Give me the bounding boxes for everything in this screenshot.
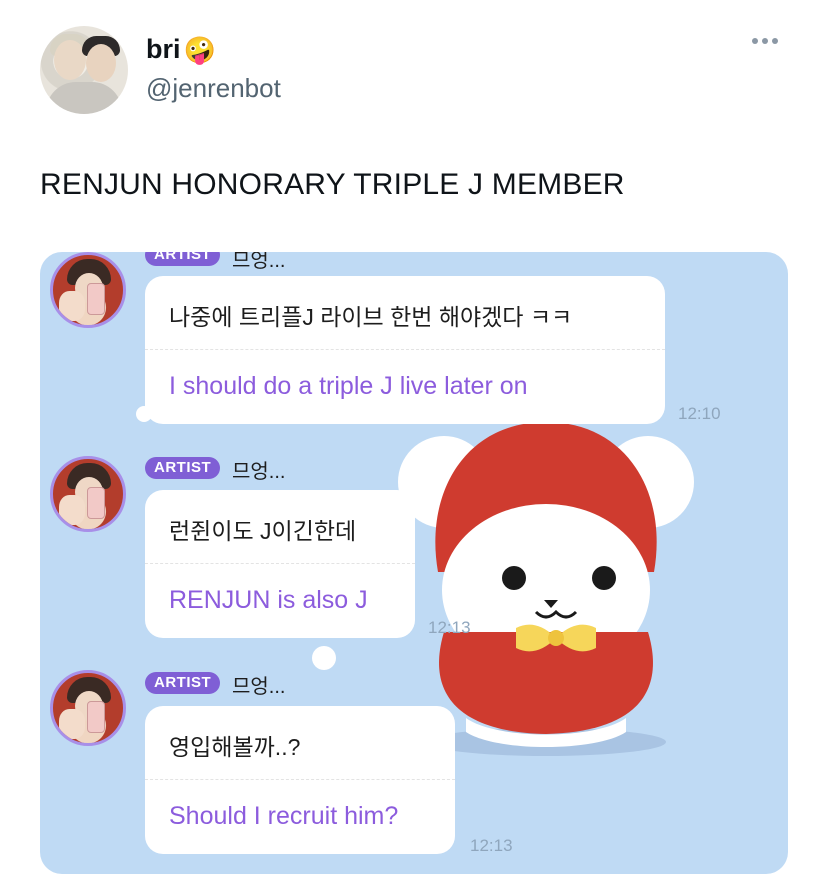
more-horizontal-icon[interactable] <box>752 38 778 44</box>
tweet-media-image[interactable]: ARTIST 므엉... 나중에 트리플J 라이브 한번 해야겠다 ㅋㅋ I s… <box>40 252 788 874</box>
avatar-figure <box>46 82 122 114</box>
message-time: 12:13 <box>428 618 471 637</box>
bubble-tail-dot <box>136 406 152 422</box>
message-translation-text: I should do a triple J live later on <box>169 372 528 400</box>
message-time: 12:13 <box>470 836 513 855</box>
tweet-text: RENJUN HONORARY TRIPLE J MEMBER <box>40 168 625 201</box>
artist-avatar[interactable] <box>50 670 126 746</box>
artist-badge: ARTIST <box>145 457 221 479</box>
divider <box>145 349 665 350</box>
artist-avatar[interactable] <box>50 456 126 532</box>
message-korean-text: 영입해볼까..? <box>169 734 301 760</box>
name-row: bri 🤪 <box>146 34 216 65</box>
display-name[interactable]: bri <box>146 34 181 65</box>
message-bubble[interactable]: 런쥔이도 J이긴한데 RENJUN is also J <box>145 490 415 638</box>
message-bubble[interactable]: 나중에 트리플J 라이브 한번 해야겠다 ㅋㅋ I should do a tr… <box>145 276 665 424</box>
artist-badge: ARTIST <box>145 252 221 266</box>
artist-avatar[interactable] <box>50 252 126 328</box>
message-korean-text: 런쥔이도 J이긴한데 <box>169 518 357 544</box>
avatar-figure <box>54 40 86 80</box>
user-handle[interactable]: @jenrenbot <box>146 73 281 104</box>
message-korean-text: 나중에 트리플J 라이브 한번 해야겠다 ㅋㅋ <box>169 304 573 330</box>
message-time: 12:10 <box>678 404 721 423</box>
divider <box>145 563 415 564</box>
message-bubble[interactable]: 영입해볼까..? Should I recruit him? <box>145 706 455 854</box>
avatar-figure <box>86 44 116 82</box>
divider <box>145 779 455 780</box>
message-translation-text: RENJUN is also J <box>169 586 368 614</box>
bubble-tail-dot <box>312 646 336 670</box>
profile-avatar[interactable] <box>40 26 128 114</box>
artist-badge: ARTIST <box>145 672 221 694</box>
message-translation-text: Should I recruit him? <box>169 802 399 830</box>
sender-name: 므엉... <box>232 461 286 483</box>
sender-name: 므엉... <box>232 252 286 272</box>
zany-face-emoji-icon: 🤪 <box>183 34 216 65</box>
sender-name: 므엉... <box>232 676 286 698</box>
